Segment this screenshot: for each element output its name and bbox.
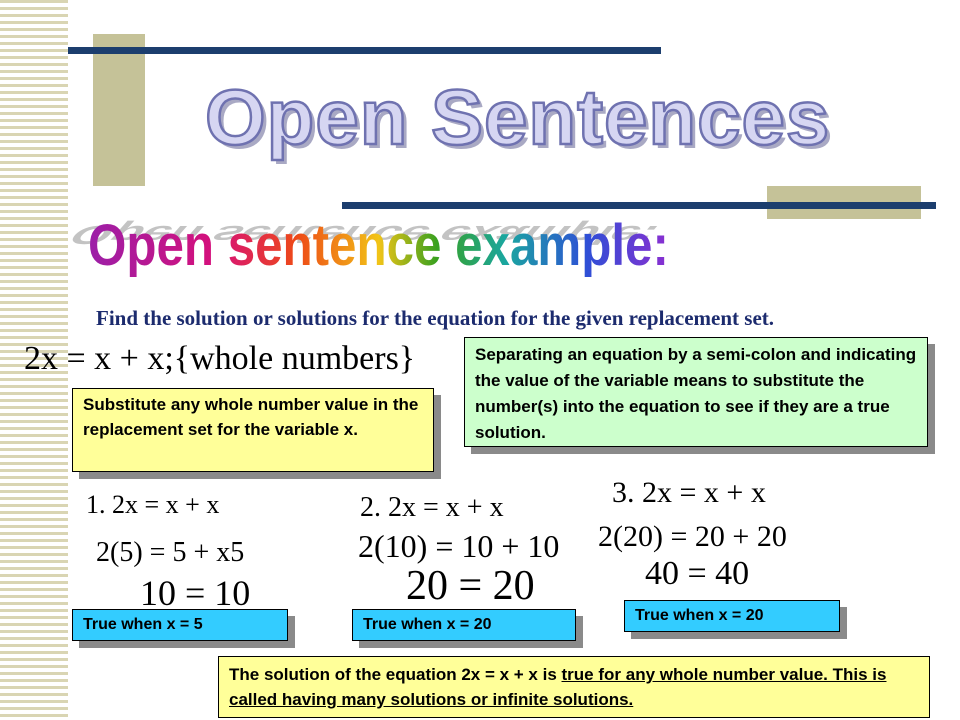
tan-bar-left bbox=[93, 34, 145, 186]
example-2-equation: 2. 2x = x + x bbox=[360, 492, 504, 523]
example-1-result: 10 = 10 bbox=[140, 573, 251, 613]
example-1-substitution: 2(5) = 5 + x5 bbox=[96, 537, 245, 568]
example-3-substitution: 2(20) = 20 + 20 bbox=[598, 520, 787, 553]
main-equation: 2x = x + x;{whole numbers} bbox=[24, 340, 416, 377]
instruction-text: Find the solution or solutions for the e… bbox=[96, 306, 775, 330]
navy-line-bottom bbox=[342, 202, 936, 209]
separating-note: Separating an equation by a semi-colon a… bbox=[464, 337, 928, 447]
subtitle-wordart: Open sentence example: bbox=[88, 213, 669, 278]
example-3-result: 40 = 40 bbox=[645, 555, 750, 592]
example-3-label: True when x = 20 bbox=[624, 600, 840, 632]
example-2-result: 20 = 20 bbox=[406, 563, 535, 609]
navy-line-top bbox=[68, 47, 661, 54]
example-1-equation: 1. 2x = x + x bbox=[86, 490, 220, 519]
substitute-note: Substitute any whole number value in the… bbox=[72, 388, 434, 472]
conclusion-text: The solution of the equation 2x = x + x … bbox=[229, 665, 562, 684]
separating-note-text: Separating an equation by a semi-colon a… bbox=[475, 345, 917, 442]
example-3-equation: 3. 2x = x + x bbox=[612, 476, 766, 509]
example-2-label: True when x = 20 bbox=[352, 609, 576, 641]
example-1-label: True when x = 5 bbox=[72, 609, 288, 641]
example-2-substitution: 2(10) = 10 + 10 bbox=[358, 528, 560, 564]
substitute-note-text: Substitute any whole number value in the… bbox=[83, 395, 419, 439]
conclusion-box: The solution of the equation 2x = x + x … bbox=[218, 656, 930, 718]
page-title: Open Sentences bbox=[204, 72, 831, 163]
